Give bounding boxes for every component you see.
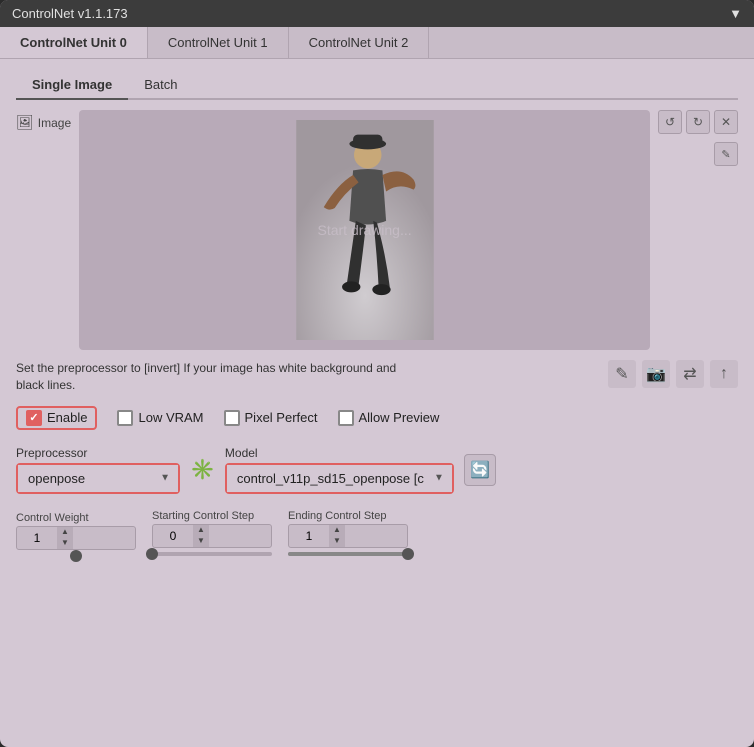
info-row: Set the preprocessor to [invert] If your… [16, 360, 738, 394]
action-icons: ✎ 📷 ⇄ ↑ [608, 360, 738, 388]
preprocessor-selector-wrapper: openpose ▼ [16, 463, 180, 494]
tab-single-image[interactable]: Single Image [16, 71, 128, 100]
starting-control-input[interactable] [153, 526, 193, 546]
controlnet-panel: ControlNet v1.1.173 ▼ ControlNet Unit 0 … [0, 0, 754, 747]
panel-title: ControlNet v1.1.173 [12, 6, 128, 21]
starting-control-slider[interactable] [152, 552, 272, 556]
allow-preview-checkbox-box[interactable] [338, 410, 354, 426]
unit-tab-0[interactable]: ControlNet Unit 0 [0, 27, 148, 58]
control-weight-input-wrapper: ▲ ▼ [16, 526, 136, 550]
pixel-perfect-label: Pixel Perfect [245, 410, 318, 425]
image-area: 🖼 Image [16, 110, 738, 350]
redo-button[interactable]: ↻ [686, 110, 710, 134]
preprocessor-label: Preprocessor [16, 446, 180, 460]
preprocessor-group: Preprocessor openpose ▼ [16, 446, 180, 494]
low-vram-label: Low VRAM [138, 410, 203, 425]
model-group: Model control_v11p_sd15_openpose [c ▼ [225, 446, 454, 494]
enable-label: Enable [47, 410, 87, 425]
ending-control-slider[interactable] [288, 552, 408, 556]
ending-control-input[interactable] [289, 526, 329, 546]
low-vram-checkbox-box[interactable] [117, 410, 133, 426]
enable-checkbox-box[interactable] [26, 410, 42, 426]
upload-action-button[interactable]: ↑ [710, 360, 738, 388]
enable-wrapper: Enable [16, 406, 97, 430]
checkboxes-row: Enable Low VRAM Pixel Perfect Allow Prev… [16, 406, 738, 430]
starting-control-label: Starting Control Step [152, 510, 272, 522]
undo-button[interactable]: ↺ [658, 110, 682, 134]
control-weight-steppers: ▲ ▼ [57, 527, 73, 549]
ending-control-steppers: ▲ ▼ [329, 525, 345, 547]
tab-batch[interactable]: Batch [128, 71, 193, 100]
swap-action-button[interactable]: ⇄ [676, 360, 704, 388]
allow-preview-label: Allow Preview [359, 410, 440, 425]
control-weight-group: Control Weight ▲ ▼ [16, 512, 136, 554]
ending-control-up[interactable]: ▲ [329, 525, 345, 536]
model-label: Model [225, 446, 454, 460]
ending-control-group: Ending Control Step ▲ ▼ [288, 510, 408, 556]
image-canvas[interactable]: Start drawing... [79, 110, 650, 350]
starting-control-steppers: ▲ ▼ [193, 525, 209, 547]
control-weight-down[interactable]: ▼ [57, 538, 73, 549]
control-weight-label: Control Weight [16, 512, 136, 524]
starting-control-up[interactable]: ▲ [193, 525, 209, 536]
collapse-icon[interactable]: ▼ [729, 6, 742, 21]
refresh-model-button[interactable]: 🔄 [464, 454, 496, 486]
unit-tab-1[interactable]: ControlNet Unit 1 [148, 27, 289, 58]
canvas-controls: ↺ ↻ ✕ ✎ [658, 110, 738, 166]
ending-control-label: Ending Control Step [288, 510, 408, 522]
enable-checkbox[interactable]: Enable [26, 410, 87, 426]
pixel-perfect-checkbox-box[interactable] [224, 410, 240, 426]
control-weight-input[interactable] [17, 528, 57, 548]
control-weight-up[interactable]: ▲ [57, 527, 73, 538]
preprocessor-select[interactable]: openpose [18, 465, 178, 492]
close-canvas-button[interactable]: ✕ [714, 110, 738, 134]
low-vram-checkbox[interactable]: Low VRAM [117, 410, 203, 426]
unit-tab-2[interactable]: ControlNet Unit 2 [289, 27, 430, 58]
unit-tabs: ControlNet Unit 0 ControlNet Unit 1 Cont… [0, 27, 754, 59]
title-bar: ControlNet v1.1.173 ▼ [0, 0, 754, 27]
image-icon: 🖼 [16, 114, 34, 131]
image-label: 🖼 Image [16, 110, 71, 131]
model-select[interactable]: control_v11p_sd15_openpose [c [227, 465, 452, 492]
starting-control-input-wrapper: ▲ ▼ [152, 524, 272, 548]
ending-control-input-wrapper: ▲ ▼ [288, 524, 408, 548]
model-selector-wrapper: control_v11p_sd15_openpose [c ▼ [225, 463, 454, 494]
edit-action-button[interactable]: ✎ [608, 360, 636, 388]
camera-action-button[interactable]: 📷 [642, 360, 670, 388]
mode-tabs: Single Image Batch [16, 71, 738, 100]
explosion-icon: ✳️ [190, 457, 215, 482]
main-content: Single Image Batch 🖼 Image [0, 59, 754, 576]
controls-row: Control Weight ▲ ▼ Starting Control Step [16, 510, 738, 556]
info-text: Set the preprocessor to [invert] If your… [16, 360, 416, 394]
starting-control-group: Starting Control Step ▲ ▼ [152, 510, 272, 556]
selectors-row: Preprocessor openpose ▼ ✳️ Model control… [16, 446, 738, 494]
canvas-placeholder: Start drawing... [317, 222, 411, 238]
starting-control-down[interactable]: ▼ [193, 536, 209, 547]
ending-control-down[interactable]: ▼ [329, 536, 345, 547]
pixel-perfect-checkbox[interactable]: Pixel Perfect [224, 410, 318, 426]
allow-preview-checkbox[interactable]: Allow Preview [338, 410, 440, 426]
edit-canvas-button[interactable]: ✎ [714, 142, 738, 166]
